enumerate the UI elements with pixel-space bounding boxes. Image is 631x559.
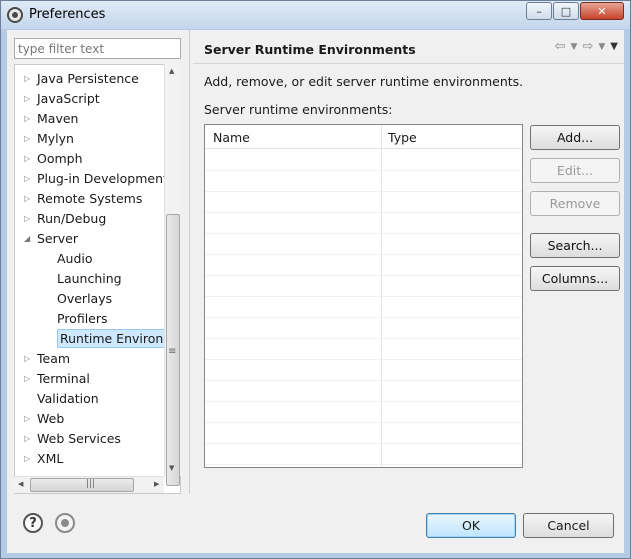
preferences-window: Preferences – □ ✕ ▷Java Persistence▷Java…: [0, 0, 631, 559]
tree-item-label: Server: [37, 231, 78, 246]
window-title: Preferences: [29, 7, 106, 22]
scroll-down-arrow-icon[interactable]: ▼: [169, 464, 174, 472]
search-button[interactable]: Search...: [530, 233, 620, 258]
forward-menu-chevron-icon[interactable]: ▼: [598, 39, 605, 55]
minimize-button[interactable]: –: [526, 2, 552, 20]
scroll-up-arrow-icon[interactable]: ▲: [169, 67, 174, 75]
page-description: Add, remove, or edit server runtime envi…: [204, 74, 524, 89]
tree-item-label: Oomph: [37, 151, 83, 166]
page-header: Server Runtime Environments ⇦ ▼ ⇨ ▼ ▼: [193, 30, 624, 64]
tree-item-label: Runtime Environm: [57, 329, 179, 348]
table-grid-line: [205, 275, 522, 276]
table-grid-line: [205, 254, 522, 255]
record-macro-icon[interactable]: [55, 513, 75, 533]
runtime-list-label: Server runtime environments:: [204, 102, 393, 117]
forward-arrow-icon[interactable]: ⇨: [582, 39, 593, 55]
tree-item-label: Validation: [37, 391, 99, 406]
table-grid-line: [205, 464, 522, 465]
table-grid-line: [205, 422, 522, 423]
panel-divider[interactable]: [189, 30, 190, 494]
maximize-button[interactable]: □: [553, 2, 579, 20]
tree-item-label: XML: [37, 451, 64, 466]
back-arrow-icon[interactable]: ⇦: [555, 39, 566, 55]
window-controls: – □ ✕: [526, 2, 624, 20]
view-menu-icon[interactable]: ▼: [610, 39, 618, 55]
page-title: Server Runtime Environments: [204, 42, 416, 57]
history-navigation: ⇦ ▼ ⇨ ▼ ▼: [555, 39, 618, 55]
runtime-environments-table[interactable]: Name Type: [204, 124, 523, 468]
help-icon[interactable]: ?: [23, 513, 43, 533]
column-header-name[interactable]: Name: [213, 130, 250, 145]
table-grid-line: [205, 191, 522, 192]
collapsed-triangle-icon[interactable]: ▷: [24, 109, 34, 128]
preference-tree: ▷ Java Persistence ▷ JavaScript ▷ Maven ▷ Mylyn…: [14, 64, 181, 494]
collapsed-triangle-icon[interactable]: ▷: [24, 89, 34, 108]
table-grid-line: [205, 338, 522, 339]
tree-item-label: Plug-in Development: [37, 171, 168, 186]
collapsed-triangle-icon[interactable]: ▷: [24, 69, 34, 88]
table-grid-line: [205, 170, 522, 171]
collapsed-triangle-icon[interactable]: ▷: [24, 129, 34, 148]
collapsed-triangle-icon[interactable]: ▷: [24, 189, 34, 208]
tree-item-label: Web: [37, 411, 65, 426]
collapsed-triangle-icon[interactable]: ▷: [24, 429, 34, 448]
collapsed-triangle-icon[interactable]: ▷: [24, 409, 34, 428]
eclipse-app-icon: [7, 7, 23, 23]
table-grid-line: [205, 380, 522, 381]
back-menu-chevron-icon[interactable]: ▼: [571, 39, 578, 55]
tree-item-label: Launching: [57, 271, 122, 286]
table-grid-line: [205, 233, 522, 234]
collapsed-triangle-icon[interactable]: ▷: [24, 449, 34, 468]
table-grid-line: [205, 212, 522, 213]
dialog-client-area: ▷Java Persistence▷JavaScript▷Maven▷Mylyn…: [7, 30, 624, 553]
tree-item-label: Team: [37, 351, 71, 366]
scroll-right-arrow-icon[interactable]: ▶: [154, 480, 159, 488]
edit-button[interactable]: Edit...: [530, 158, 620, 183]
remove-button[interactable]: Remove: [530, 191, 620, 216]
filter-input[interactable]: [14, 38, 181, 59]
tree-item-label: Maven: [37, 111, 79, 126]
collapsed-triangle-icon[interactable]: ▷: [24, 149, 34, 168]
tree-item-label: Mylyn: [37, 131, 74, 146]
collapsed-triangle-icon[interactable]: ▷: [24, 169, 34, 188]
table-grid-line: [205, 296, 522, 297]
title-bar[interactable]: Preferences – □ ✕: [1, 1, 630, 29]
tree-vertical-scrollbar[interactable]: ▲ ≡ ▼: [164, 64, 181, 486]
horizontal-scroll-thumb[interactable]: |||: [30, 478, 134, 492]
scroll-grip-icon: ≡: [168, 346, 177, 357]
close-button[interactable]: ✕: [580, 2, 624, 20]
table-grid-line: [205, 401, 522, 402]
tree-item-label: Overlays: [57, 291, 113, 306]
table-header: Name Type: [205, 125, 522, 149]
tree-item-label: Java Persistence: [37, 71, 139, 86]
collapsed-triangle-icon[interactable]: ▷: [24, 349, 34, 368]
tree-item-label: Run/Debug: [37, 211, 107, 226]
tree-horizontal-scrollbar[interactable]: ◀ ||| ▶: [14, 476, 164, 493]
tree-item-label: Web Services: [37, 431, 121, 446]
tree-item-label: Profilers: [57, 311, 108, 326]
horizontal-grip-icon: |||: [86, 479, 96, 489]
collapsed-triangle-icon[interactable]: ▷: [24, 209, 34, 228]
dialog-footer: ? OK Cancel: [7, 494, 624, 553]
table-grid-line: [205, 359, 522, 360]
add-button[interactable]: Add...: [530, 125, 620, 150]
columns-button[interactable]: Columns...: [530, 266, 620, 291]
tree-item-label: JavaScript: [37, 91, 100, 106]
ok-button[interactable]: OK: [426, 513, 516, 538]
column-header-type[interactable]: Type: [388, 130, 417, 145]
table-grid-line: [205, 443, 522, 444]
tree-item-label: Remote Systems: [37, 191, 143, 206]
scroll-left-arrow-icon[interactable]: ◀: [18, 480, 23, 488]
table-grid-line: [205, 317, 522, 318]
tree-item-label: Audio: [57, 251, 93, 266]
expanded-triangle-icon[interactable]: ◢: [24, 229, 34, 248]
collapsed-triangle-icon[interactable]: ▷: [24, 369, 34, 388]
cancel-button[interactable]: Cancel: [523, 513, 614, 538]
tree-item-label: Terminal: [37, 371, 90, 386]
